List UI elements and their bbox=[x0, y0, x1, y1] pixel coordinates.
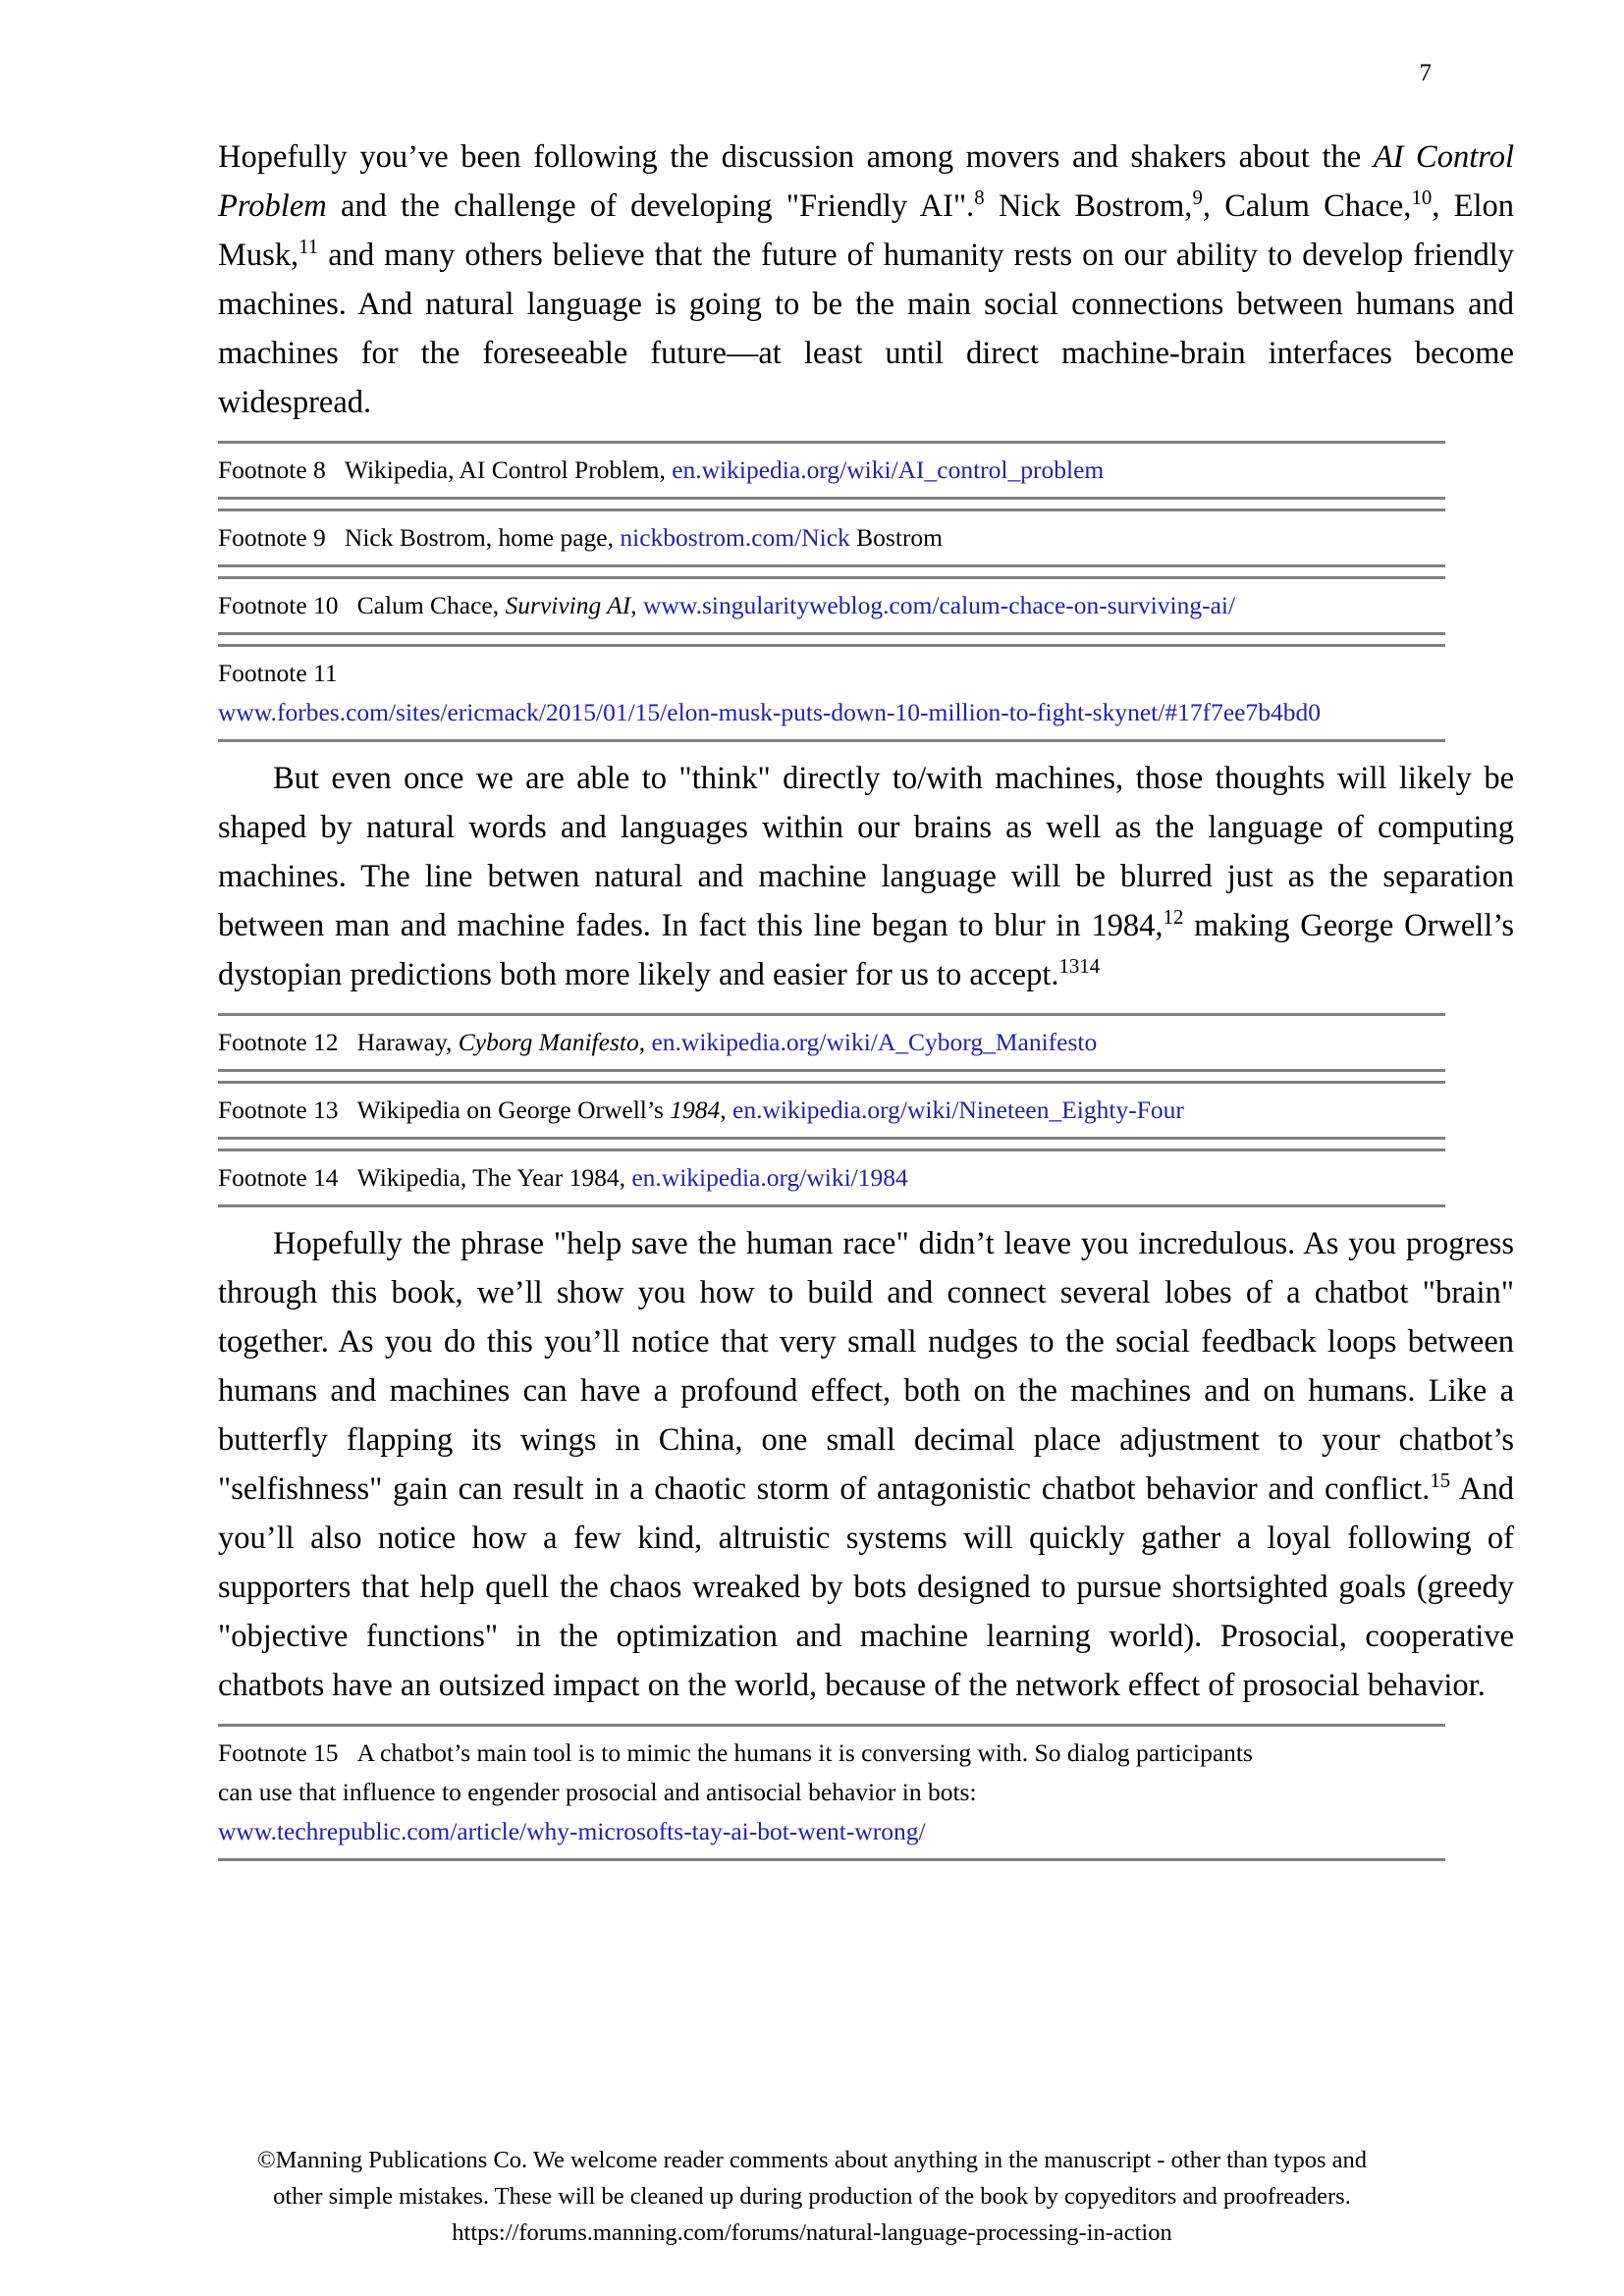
footnote-ref-15[interactable]: 15 bbox=[1430, 1469, 1450, 1492]
footnote-ref-10[interactable]: 10 bbox=[1411, 187, 1432, 209]
footnote-12-link[interactable]: en.wikipedia.org/wiki/A_Cyborg_Manifesto bbox=[651, 1028, 1097, 1056]
footnote-15-line-1: A chatbot’s main tool is to mimic the hu… bbox=[356, 1738, 1253, 1767]
footnote-11-label: Footnote 11 bbox=[218, 659, 338, 687]
footnote-15-label: Footnote 15 bbox=[218, 1738, 339, 1767]
footnote-13-text: Wikipedia on George Orwell’s bbox=[356, 1095, 671, 1124]
footnote-group-3: Footnote 15 A chatbot’s main tool is to … bbox=[218, 1724, 1514, 1861]
p1-segment-1: Hopefully you’ve been following the disc… bbox=[218, 139, 1374, 175]
footnote-group-2: Footnote 12 Haraway, Cyborg Manifesto, e… bbox=[218, 1013, 1514, 1207]
footnote-rule-bottom bbox=[218, 739, 1445, 742]
footnote-12: Footnote 12 Haraway, Cyborg Manifesto, e… bbox=[218, 1013, 1514, 1072]
footnote-15: Footnote 15 A chatbot’s main tool is to … bbox=[218, 1724, 1514, 1861]
footnote-15-line-2: can use that influence to engender proso… bbox=[218, 1778, 977, 1806]
page-content: Hopefully you’ve been following the disc… bbox=[218, 133, 1514, 1873]
footnote-13-link[interactable]: en.wikipedia.org/wiki/Nineteen_Eighty-Fo… bbox=[732, 1095, 1184, 1124]
footnote-10-label: Footnote 10 bbox=[218, 591, 339, 619]
footnote-8: Footnote 8 Wikipedia, AI Control Problem… bbox=[218, 441, 1514, 500]
p1-segment-4: , Calum Chace, bbox=[1202, 188, 1412, 224]
footnote-ref-11[interactable]: 11 bbox=[298, 236, 318, 258]
footnote-14: Footnote 14 Wikipedia, The Year 1984, en… bbox=[218, 1148, 1514, 1207]
page-number: 7 bbox=[1419, 60, 1433, 86]
footnote-rule-bottom bbox=[218, 1858, 1445, 1861]
footnote-9: Footnote 9 Nick Bostrom, home page, nick… bbox=[218, 508, 1514, 567]
footnote-9-label: Footnote 9 bbox=[218, 523, 326, 552]
footnote-spacer bbox=[218, 500, 1514, 508]
footnote-group-1: Footnote 8 Wikipedia, AI Control Problem… bbox=[218, 441, 1514, 742]
footnote-rule-bottom bbox=[218, 1204, 1445, 1207]
document-page: 7 Hopefully you’ve been following the di… bbox=[0, 0, 1624, 2296]
paragraph-2: But even once we are able to "think" dir… bbox=[218, 754, 1514, 999]
footnote-14-link[interactable]: en.wikipedia.org/wiki/1984 bbox=[631, 1163, 907, 1192]
footnote-spacer bbox=[218, 1072, 1514, 1081]
footer-line-2: other simple mistakes. These will be cle… bbox=[273, 2183, 1351, 2210]
footnote-12-text: Haraway, bbox=[356, 1028, 459, 1056]
footnote-rule-bottom bbox=[218, 1069, 1445, 1072]
footnote-9-text: Nick Bostrom, home page, bbox=[344, 523, 621, 552]
footnote-12-italic-title: Cyborg Manifesto bbox=[458, 1028, 639, 1056]
footnote-9-link[interactable]: nickbostrom.com/Nick bbox=[620, 523, 849, 552]
footer-line-3: https://forums.manning.com/forums/natura… bbox=[452, 2219, 1172, 2246]
footnote-15-link[interactable]: www.techrepublic.com/article/why-microso… bbox=[218, 1817, 926, 1845]
footnote-rule-bottom bbox=[218, 497, 1445, 500]
footnote-10-link[interactable]: www.singularityweblog.com/calum-chace-on… bbox=[643, 591, 1235, 619]
p1-segment-6: and many others believe that the future … bbox=[218, 238, 1514, 420]
footer-line-1: ©Manning Publications Co. We welcome rea… bbox=[256, 2147, 1367, 2173]
footnote-9-text-after: Bostrom bbox=[849, 523, 944, 552]
footnote-ref-13-14[interactable]: 1314 bbox=[1059, 955, 1101, 978]
footnote-spacer bbox=[218, 1140, 1514, 1148]
footnote-rule-bottom bbox=[218, 1137, 1445, 1140]
footnote-ref-9[interactable]: 9 bbox=[1192, 187, 1202, 209]
footnote-13-label: Footnote 13 bbox=[218, 1095, 339, 1124]
footnote-10-text: Calum Chace, bbox=[356, 591, 506, 619]
footnote-rule-bottom bbox=[218, 632, 1445, 635]
paragraph-1: Hopefully you’ve been following the disc… bbox=[218, 133, 1514, 427]
footnote-14-text: Wikipedia, The Year 1984, bbox=[356, 1163, 632, 1192]
footnote-10-text-mid: , bbox=[630, 591, 643, 619]
footnote-ref-8[interactable]: 8 bbox=[974, 187, 984, 209]
footnote-rule-bottom bbox=[218, 564, 1445, 567]
footnote-ref-12[interactable]: 12 bbox=[1164, 906, 1184, 929]
footnote-14-label: Footnote 14 bbox=[218, 1163, 339, 1192]
footnote-10-italic-title: Surviving AI bbox=[505, 591, 631, 619]
footnote-11-link[interactable]: www.forbes.com/sites/ericmack/2015/01/15… bbox=[218, 698, 1321, 726]
footnote-10: Footnote 10 Calum Chace, Surviving AI, w… bbox=[218, 576, 1514, 635]
footnote-13-italic-title: 1984 bbox=[670, 1095, 721, 1124]
footnote-13-text-mid: , bbox=[720, 1095, 733, 1124]
p1-segment-2: and the challenge of developing "Friendl… bbox=[326, 188, 975, 224]
footnote-spacer bbox=[218, 567, 1514, 576]
page-footer: ©Manning Publications Co. We welcome rea… bbox=[0, 2142, 1624, 2251]
footnote-12-label: Footnote 12 bbox=[218, 1028, 339, 1056]
footnote-8-label: Footnote 8 bbox=[218, 455, 326, 484]
p1-segment-3: Nick Bostrom, bbox=[984, 188, 1193, 224]
footnote-8-text: Wikipedia, AI Control Problem, bbox=[344, 455, 673, 484]
footnote-13: Footnote 13 Wikipedia on George Orwell’s… bbox=[218, 1081, 1514, 1140]
footnote-11: Footnote 11 www.forbes.com/sites/ericmack… bbox=[218, 644, 1514, 742]
p3-segment-1: Hopefully the phrase "help save the huma… bbox=[218, 1226, 1514, 1507]
paragraph-3: Hopefully the phrase "help save the huma… bbox=[218, 1219, 1514, 1710]
footnote-8-link[interactable]: en.wikipedia.org/wiki/AI_control_problem bbox=[672, 455, 1104, 484]
footnote-spacer bbox=[218, 635, 1514, 644]
footnote-12-text-mid: , bbox=[638, 1028, 652, 1056]
